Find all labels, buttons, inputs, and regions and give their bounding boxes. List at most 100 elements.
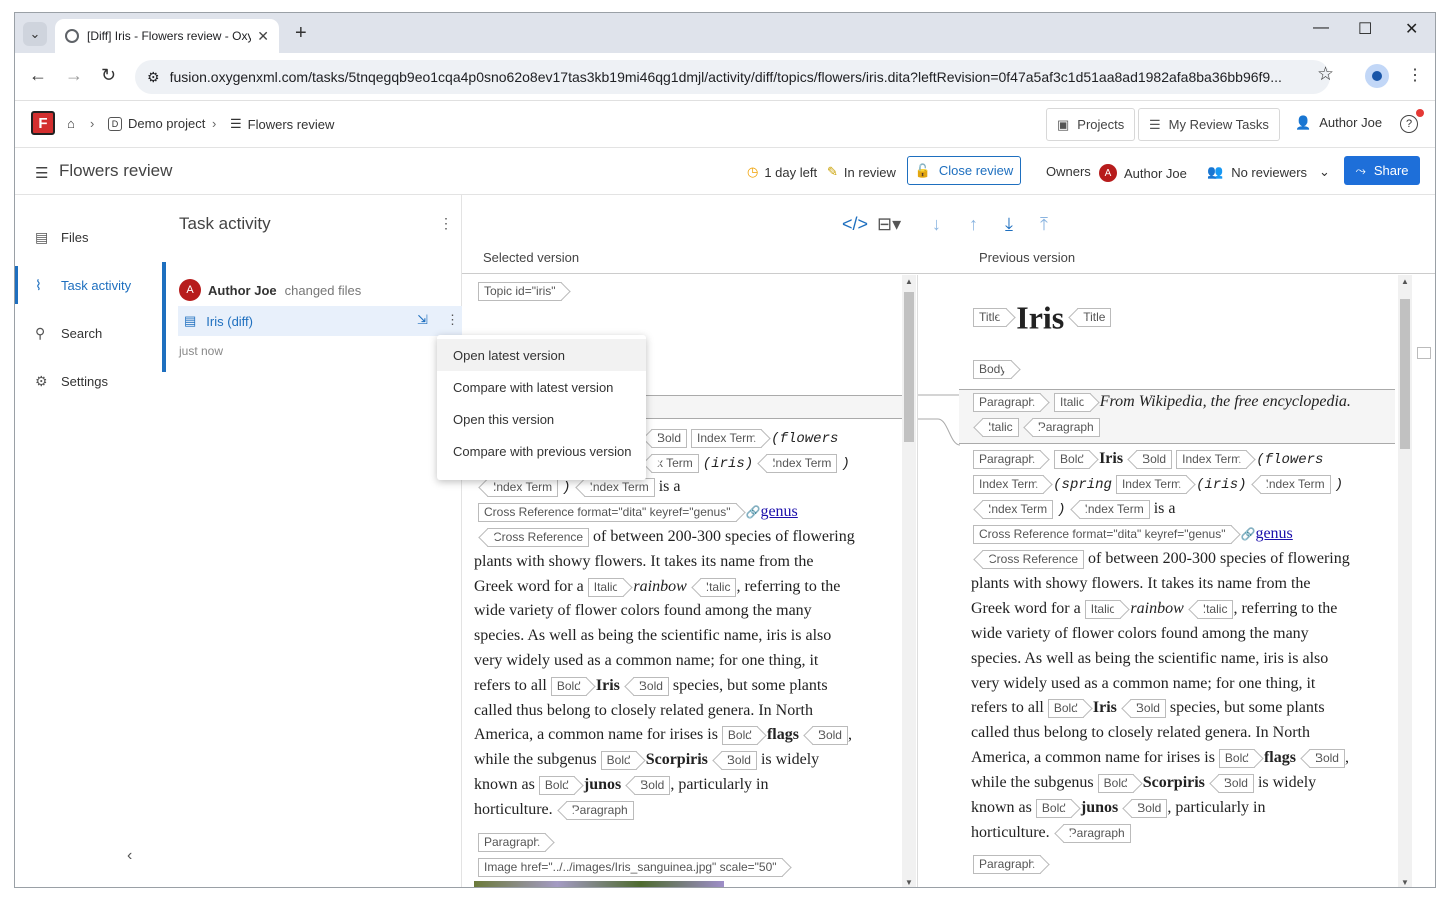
diff-connector-lines: [918, 394, 961, 446]
scroll-up-icon[interactable]: ▲: [905, 277, 913, 286]
previous-change-icon[interactable]: ↑: [969, 214, 978, 235]
last-change-icon[interactable]: ⤓: [1005, 214, 1013, 235]
overview-marker[interactable]: [1417, 347, 1431, 359]
bold-tag: Bold: [721, 725, 758, 745]
address-bar[interactable]: ⚙ fusion.oxygenxml.com/tasks/5tnqegqb9eo…: [135, 60, 1330, 94]
genus-link[interactable]: genus: [760, 503, 797, 520]
search-icon: ⚲: [35, 324, 46, 341]
paragraph-tag: Paragraph: [1031, 417, 1100, 437]
genus-link[interactable]: genus: [1255, 525, 1292, 542]
user-icon: 👤: [1295, 115, 1312, 130]
first-change-icon[interactable]: ⤒: [1040, 214, 1048, 235]
nav-search[interactable]: ⚲ Search: [15, 314, 162, 352]
file-icon: ▤: [35, 228, 49, 245]
maximize-icon[interactable]: ☐: [1358, 19, 1372, 39]
share-icon: ⤳: [1355, 162, 1366, 178]
task-activity-panel: Task activity ⋮ A Author Joe changed fil…: [162, 195, 462, 887]
code-view-icon[interactable]: </>: [842, 214, 868, 235]
tags-display-icon[interactable]: ⊟▾: [877, 214, 901, 235]
project-icon: D: [108, 116, 122, 131]
reload-icon[interactable]: ↻: [101, 65, 116, 86]
collapse-sidebar-icon[interactable]: ‹: [127, 847, 132, 865]
browser-menu-icon[interactable]: ⋮: [1407, 65, 1423, 85]
notification-dot: [1416, 109, 1424, 117]
projects-icon: ▣: [1057, 116, 1070, 132]
nav-settings[interactable]: ⚙ Settings: [15, 362, 162, 400]
projects-button[interactable]: ▣ Projects: [1046, 108, 1136, 141]
paragraph-tag: Paragraph: [1062, 823, 1131, 843]
xref-tag: Cross Reference format="dita" keyref="ge…: [973, 524, 1232, 544]
scroll-down-icon[interactable]: ▼: [1401, 878, 1409, 887]
bold-tag: Bold: [1047, 698, 1084, 718]
review-title: Flowers review: [59, 161, 173, 180]
index-term-tag: Index Term: [1115, 474, 1188, 494]
next-change-icon[interactable]: ↓: [932, 214, 941, 235]
bold-tag: Bold: [1308, 748, 1345, 768]
menu-compare-latest[interactable]: Compare with latest version: [437, 371, 646, 403]
bold-tag: Bold: [600, 750, 637, 770]
breadcrumb-review[interactable]: ☰ Flowers review: [230, 116, 334, 132]
menu-open-latest[interactable]: Open latest version: [437, 339, 646, 371]
reviewers-dropdown[interactable]: 👥 No reviewers ⌄: [1207, 164, 1330, 180]
user-menu[interactable]: 👤 Author Joe: [1295, 115, 1382, 131]
scroll-up-icon[interactable]: ▲: [1401, 277, 1409, 286]
tab-search-button[interactable]: ⌄: [23, 22, 47, 46]
owner[interactable]: A Author Joe: [1099, 164, 1187, 182]
nav-files[interactable]: ▤ Files: [15, 218, 162, 256]
home-icon[interactable]: ⌂: [67, 116, 75, 131]
avatar: A: [179, 279, 201, 301]
scroll-thumb[interactable]: [1400, 299, 1410, 449]
breadcrumb-project[interactable]: D Demo project: [108, 116, 205, 131]
url-text: fusion.oxygenxml.com/tasks/5tnqegqb9eo1c…: [169, 69, 1282, 85]
nav-task-activity[interactable]: ⌇ Task activity: [15, 266, 162, 304]
panel-menu-icon[interactable]: ⋮: [439, 215, 453, 232]
site-info-icon[interactable]: ⚙: [147, 69, 160, 86]
gear-icon: ⚙: [35, 372, 48, 389]
xref-tag: Cross Reference format="dita" keyref="ge…: [478, 502, 737, 522]
profile-icon[interactable]: [1365, 64, 1389, 88]
index-term-tag: Index Term: [1078, 499, 1150, 519]
bold-tag: Bold: [1136, 449, 1173, 469]
address-row: ← → ↻ ⚙ fusion.oxygenxml.com/tasks/5tnqe…: [15, 53, 1435, 101]
help-icon[interactable]: ?: [1400, 115, 1418, 133]
xref-close-tag: Cross Reference: [982, 549, 1085, 569]
window-close-icon[interactable]: ✕: [1405, 19, 1418, 39]
open-external-icon[interactable]: ⇲: [417, 312, 428, 328]
left-scrollbar[interactable]: ▲ ▼: [902, 275, 916, 887]
previous-version-pane[interactable]: Title Iris Title Body Paragraph Italic Fro…: [959, 275, 1395, 887]
activity-entry: A Author Joe changed files: [179, 279, 361, 301]
bold-tag: Bold: [1131, 798, 1168, 818]
new-tab-icon[interactable]: +: [295, 22, 307, 45]
close-tab-icon[interactable]: ✕: [257, 28, 269, 45]
minimize-icon[interactable]: —: [1313, 19, 1329, 37]
bookmark-star-icon[interactable]: ☆: [1317, 63, 1334, 86]
image-tag: Image href="../../images/Iris_sanguinea.…: [478, 857, 783, 877]
scroll-down-icon[interactable]: ▼: [905, 878, 913, 887]
review-status: ✎ In review: [827, 164, 896, 180]
my-review-tasks-button[interactable]: ☰ My Review Tasks: [1138, 108, 1280, 141]
chevron-right-icon: ›: [90, 116, 95, 131]
close-review-button[interactable]: 🔓 Close review: [907, 156, 1021, 185]
back-icon[interactable]: ←: [29, 65, 47, 86]
tab-strip: ⌄ [Diff] Iris - Flowers review - Oxygen …: [15, 13, 1435, 53]
context-menu: Open latest version Compare with latest …: [437, 335, 646, 480]
forward-icon[interactable]: →: [65, 65, 83, 86]
bold-tag: Bold: [651, 428, 688, 448]
bold-tag: Bold: [1129, 698, 1166, 718]
activity-time: just now: [179, 344, 224, 358]
index-term-tag: Index Term: [691, 428, 763, 448]
menu-icon[interactable]: ☰: [35, 164, 48, 182]
menu-open-this[interactable]: Open this version: [437, 403, 646, 435]
file-entry[interactable]: ▤ Iris (diff) ⇲ ⋮: [178, 306, 462, 336]
chevron-down-icon: ⌄: [1319, 164, 1330, 179]
index-term-tag: Index Term: [583, 477, 655, 497]
menu-compare-previous[interactable]: Compare with previous version: [437, 435, 646, 467]
browser-tab[interactable]: [Diff] Iris - Flowers review - Oxygen ✕: [55, 19, 279, 53]
share-button[interactable]: ⤳ Share: [1344, 156, 1420, 185]
right-scrollbar[interactable]: ▲ ▼: [1398, 275, 1412, 887]
paragraph-tag: Paragraph: [973, 854, 1042, 874]
file-menu-icon[interactable]: ⋮: [446, 312, 459, 328]
review-bar: ☰ Flowers review ◷ 1 day left ✎ In review …: [15, 148, 1435, 195]
scroll-thumb[interactable]: [904, 292, 914, 442]
oxygen-logo[interactable]: F: [31, 111, 55, 135]
